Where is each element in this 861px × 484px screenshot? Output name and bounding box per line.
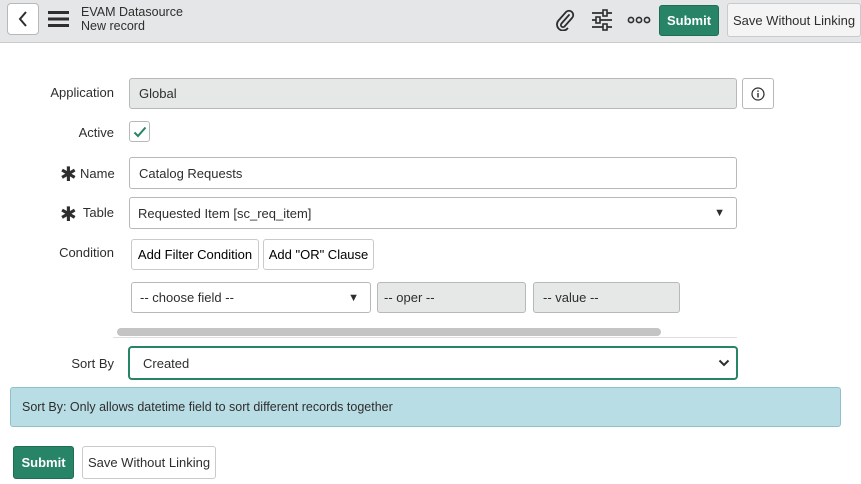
add-or-clause-button[interactable]: Add "OR" Clause — [263, 239, 374, 270]
info-message: Sort By: Only allows datetime field to s… — [10, 387, 841, 427]
active-checkbox[interactable] — [129, 121, 150, 142]
add-filter-condition-button[interactable]: Add Filter Condition — [131, 239, 259, 270]
more-options-icon[interactable] — [626, 8, 652, 32]
sliders-icon[interactable] — [589, 8, 615, 32]
condition-horizontal-scrollbar[interactable] — [113, 324, 737, 338]
choose-field-select[interactable]: -- choose field -- ▼ — [131, 282, 371, 313]
paperclip-icon[interactable] — [552, 8, 578, 32]
required-asterisk-icon: ✱ — [60, 204, 77, 226]
back-button[interactable] — [7, 3, 39, 35]
sort-by-select[interactable]: Created — [129, 347, 737, 379]
footer-save-without-linking-button[interactable]: Save Without Linking — [82, 446, 216, 479]
form-header: EVAM Datasource New record Submit Save W… — [0, 0, 861, 43]
hamburger-menu-icon[interactable] — [47, 9, 71, 29]
value-placeholder: -- value -- — [543, 290, 599, 305]
name-value: Catalog Requests — [139, 165, 243, 181]
condition-label: Condition — [59, 245, 114, 260]
dropdown-caret-icon: ▼ — [714, 207, 725, 219]
sort-by-value: Created — [143, 355, 190, 371]
table-select[interactable]: Requested Item [sc_req_item] ▼ — [129, 197, 737, 229]
chevron-down-icon — [718, 359, 730, 367]
value-input: -- value -- — [533, 282, 680, 313]
form-title-block: EVAM Datasource New record — [81, 5, 183, 33]
header-save-without-linking-button[interactable]: Save Without Linking — [727, 3, 861, 37]
scrollbar-thumb[interactable] — [117, 328, 661, 336]
operator-select: -- oper -- — [377, 282, 526, 313]
name-input[interactable]: Catalog Requests — [129, 157, 737, 189]
required-asterisk-icon: ✱ — [60, 164, 77, 186]
dropdown-caret-icon: ▼ — [348, 291, 359, 304]
form-subtitle: New record — [81, 19, 145, 33]
sort-by-label: Sort By — [71, 356, 114, 371]
choose-field-placeholder: -- choose field -- — [140, 290, 234, 305]
application-info-button[interactable] — [742, 78, 774, 109]
footer-submit-button[interactable]: Submit — [13, 446, 74, 479]
table-value: Requested Item [sc_req_item] — [138, 205, 312, 221]
active-label: Active — [78, 125, 114, 140]
application-field: Global — [129, 78, 737, 109]
checkmark-icon — [133, 126, 146, 137]
table-label: Table — [82, 205, 114, 220]
application-label: Application — [50, 85, 114, 100]
header-submit-button[interactable]: Submit — [659, 5, 719, 36]
operator-placeholder: -- oper -- — [384, 290, 435, 305]
info-icon — [751, 86, 765, 101]
name-label: Name — [80, 166, 115, 181]
info-message-text: Sort By: Only allows datetime field to s… — [22, 400, 393, 414]
form-title: EVAM Datasource — [81, 5, 183, 19]
back-icon — [18, 11, 27, 27]
application-value: Global — [139, 86, 177, 101]
